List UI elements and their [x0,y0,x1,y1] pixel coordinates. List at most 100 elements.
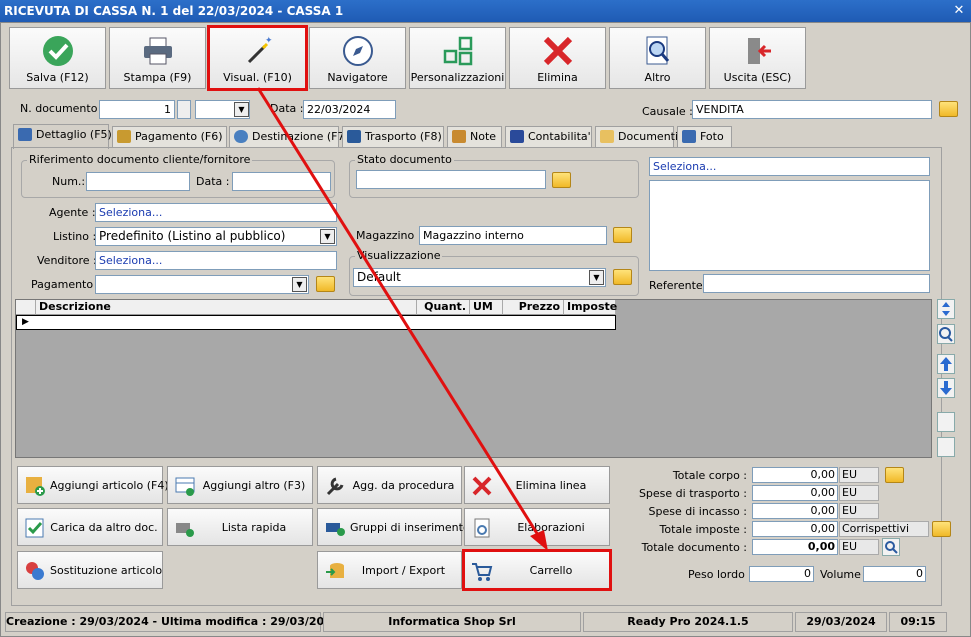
chevron-down-icon[interactable]: ▼ [234,102,249,117]
agente-field[interactable]: Seleziona... [95,203,337,222]
doc-status-field[interactable] [356,170,546,189]
gross-weight-value[interactable]: 0 [749,566,814,582]
date-field[interactable]: 22/03/2024 [303,100,396,119]
quick-list-button[interactable]: Lista rapida [167,508,313,546]
col-descrizione[interactable]: Descrizione [36,300,417,315]
customize-button[interactable]: Personalizzazioni [409,27,506,89]
doc-number-field[interactable]: 1 [99,100,175,119]
zoom-icon[interactable] [882,538,900,556]
table-row[interactable]: ▶ [16,315,616,330]
venditore-label: Venditore : [37,254,97,267]
ledger-icon [510,130,524,143]
magazzino-field[interactable]: Magazzino interno [419,226,607,245]
tab-note[interactable]: Note [447,126,502,148]
other-button[interactable]: Altro [609,27,706,89]
folder-icon[interactable] [613,227,632,243]
view-label: Visual. (F10) [223,71,292,84]
status-dates: Creazione : 29/03/2024 - Ultima modifica… [5,612,339,632]
collection-value[interactable]: 0,00 [752,503,838,519]
tab-destinazione[interactable]: Destinazione (F7) [229,126,349,148]
exit-button[interactable]: Uscita (ESC) [709,27,806,89]
folder-icon[interactable] [939,101,958,117]
add-article-button[interactable]: Aggiungi articolo (F4) [17,466,169,504]
exit-label: Uscita (ESC) [723,71,792,84]
tab-label: Note [470,130,497,143]
num-label: Num.: [52,175,86,188]
ref-date-field[interactable] [232,172,331,191]
chevron-down-icon[interactable]: ▼ [292,277,307,292]
folder-icon[interactable] [316,276,335,292]
settings-icon[interactable] [937,412,955,432]
status-company: Informatica Shop Srl [323,612,581,632]
print-button[interactable]: Stampa (F9) [109,27,206,89]
save-button[interactable]: Salva (F12) [9,27,106,89]
folder-icon[interactable] [932,521,951,537]
tab-dettaglio[interactable]: Dettaglio (F5) [13,124,112,149]
tab-documenti[interactable]: Documenti [595,126,678,148]
ref-number-field[interactable] [86,172,190,191]
doc-number-spinner[interactable] [177,100,191,119]
arrow-down-icon[interactable] [937,378,955,398]
delete-x-icon [510,34,605,68]
volume-value[interactable]: 0 [863,566,926,582]
delete-x-icon [471,475,493,497]
replace-icon [24,560,46,582]
lines-grid[interactable]: Descrizione Quant. UM Prezzo Imposte ▶ [15,299,932,458]
tab-pagamento[interactable]: Pagamento (F6) [112,126,227,148]
note-icon [452,130,466,143]
elaborations-button[interactable]: Elaborazioni [464,508,610,546]
view-button[interactable]: ✦ Visual. (F10) [207,25,308,91]
add-other-label: Aggiungi altro (F3) [202,479,306,492]
tab-foto[interactable]: Foto [677,126,732,148]
chevron-down-icon[interactable]: ▼ [589,270,604,285]
zoom-icon[interactable] [937,324,955,344]
col-imposte[interactable]: Imposte [564,300,617,315]
tab-label: Destinazione (F7) [252,130,349,143]
causale-field[interactable]: VENDITA [692,100,932,119]
add-from-procedure-button[interactable]: Agg. da procedura [317,466,462,504]
shopping-cart-icon [471,560,493,582]
delete-button[interactable]: Elimina [509,27,606,89]
folder-icon[interactable] [885,467,904,483]
checklist-icon [24,517,46,539]
listino-select[interactable]: Predefinito (Listino al pubblico) [95,227,337,246]
scanner-icon [174,517,196,539]
insert-groups-button[interactable]: Gruppi di inserimento [317,508,470,546]
load-from-doc-button[interactable]: Carica da altro doc. [17,508,163,546]
pagamento-label: Pagamento : [31,278,101,291]
tab-label: Foto [700,130,724,143]
navigator-button[interactable]: Navigatore [309,27,406,89]
transport-value[interactable]: 0,00 [752,485,838,501]
tab-contabilita[interactable]: Contabilita' [505,126,592,148]
customer-select[interactable]: Seleziona... [649,157,930,176]
doc-total-currency: EU [839,539,879,555]
truck-icon [347,130,361,143]
close-icon[interactable]: ✕ [951,3,967,19]
tab-trasporto[interactable]: Trasporto (F8) [342,126,444,148]
copy-icon[interactable] [937,437,955,457]
import-export-button[interactable]: Import / Export [317,551,462,589]
delete-line-button[interactable]: Elimina linea [464,466,610,504]
col-quantita[interactable]: Quant. [417,300,470,315]
add-other-button[interactable]: Aggiungi altro (F3) [167,466,313,504]
replace-article-button[interactable]: Sostituzione articolo [17,551,163,589]
col-prezzo[interactable]: Prezzo [503,300,564,315]
load-from-doc-label: Carica da altro doc. [50,521,158,534]
folder-icon[interactable] [552,172,571,188]
visualization-label: Visualizzazione [355,249,443,262]
listino-label: Listino : [53,230,97,243]
taxes-type: Corrispettivi [839,521,929,537]
move-updown-icon[interactable] [937,299,955,319]
venditore-field[interactable]: Seleziona... [95,251,337,270]
referente-field[interactable] [703,274,930,293]
date-label: Data : [270,102,304,115]
add-from-procedure-label: Agg. da procedura [352,479,455,492]
cart-label: Carrello [529,564,573,577]
visualization-select[interactable]: Default [353,268,606,287]
arrow-up-icon[interactable] [937,354,955,374]
chevron-down-icon[interactable]: ▼ [320,229,335,244]
col-um[interactable]: UM [470,300,503,315]
pagamento-select[interactable] [95,275,309,294]
cart-button[interactable]: Carrello [462,549,612,591]
folder-icon[interactable] [613,269,632,285]
